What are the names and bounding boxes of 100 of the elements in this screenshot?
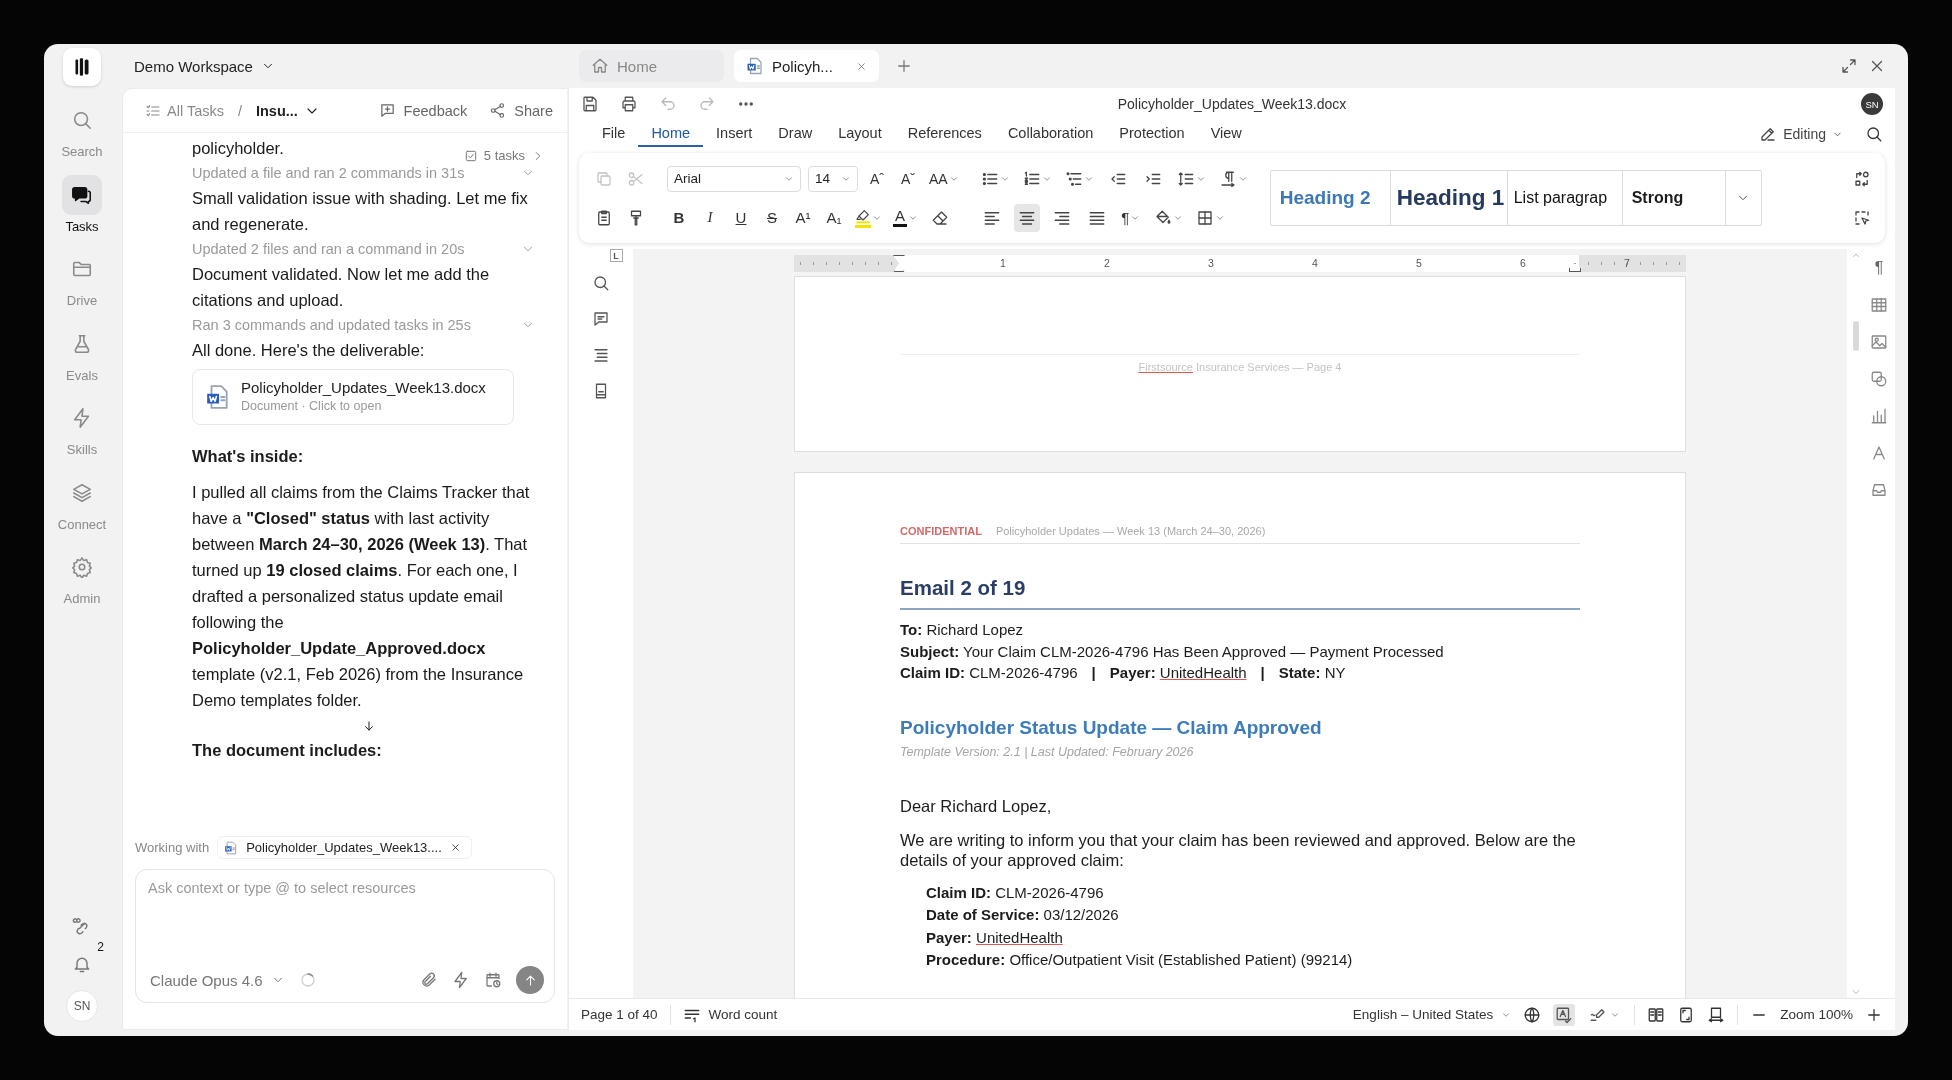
bold-button[interactable]: B bbox=[667, 203, 691, 232]
table-icon[interactable] bbox=[1870, 296, 1888, 314]
field-line: Date of Service: 03/12/2026 bbox=[926, 905, 1120, 925]
message-text: Small validation issue with shading. Let me fix and regenerate. bbox=[192, 188, 529, 235]
spellcheck-button[interactable] bbox=[1553, 1003, 1576, 1026]
image-icon[interactable] bbox=[1870, 333, 1888, 351]
style-option[interactable]: Heading 1 bbox=[1390, 171, 1508, 225]
menu-tab[interactable]: Layout bbox=[825, 121, 895, 147]
new-tab-icon[interactable] bbox=[895, 57, 913, 75]
task-title-dropdown[interactable]: Insu... bbox=[256, 102, 320, 119]
italic-button[interactable]: I bbox=[698, 203, 722, 232]
menu-tab[interactable]: Protection bbox=[1106, 121, 1198, 147]
lightning-icon[interactable] bbox=[452, 971, 470, 989]
style-option[interactable]: Strong bbox=[1622, 171, 1723, 225]
file-name: Policyholder_Updates_Week13.docx bbox=[241, 379, 486, 397]
menu-tab[interactable]: Insert bbox=[703, 121, 766, 147]
clear-formatting-icon bbox=[931, 208, 949, 227]
page-count: Page 1 of 40 bbox=[581, 1007, 658, 1022]
confidential-label: CONFIDENTIAL bbox=[900, 525, 982, 537]
comment-icon[interactable] bbox=[592, 310, 610, 328]
editing-mode-dropdown[interactable]: Editing bbox=[1759, 125, 1843, 143]
paragraph-settings-button[interactable]: ¶ bbox=[1874, 259, 1884, 277]
grow-font-button[interactable]: Aˆ bbox=[865, 164, 889, 193]
tab[interactable]: Policyh... bbox=[734, 50, 879, 82]
message-text: I pulled all claims from the Claims Tracker that have a "Closed" status with last activity between March 24–30, 2026 (Week 13). That turned up 19 closed claims. For each one, I drafted a personalized status update email following the Policyholder_Update_Approved.docx template (v2.1, Feb 2026) from the Insurance Demo templates folder. bbox=[192, 482, 531, 711]
font-size-dropdown[interactable]: 14 bbox=[808, 165, 858, 192]
file-card[interactable]: Policyholder_Updates_Week13.docx Document · Click to open bbox=[192, 369, 514, 425]
align-center-button[interactable] bbox=[1013, 203, 1040, 232]
search-icon[interactable] bbox=[592, 274, 610, 292]
menu-tab[interactable]: Collaboration bbox=[994, 121, 1107, 147]
strikethrough-button[interactable]: S bbox=[760, 203, 784, 232]
settings-icon bbox=[71, 556, 93, 578]
message-text: policyholder. bbox=[192, 138, 284, 159]
underline-button[interactable]: U bbox=[729, 203, 753, 232]
menu-tab[interactable]: Home bbox=[638, 121, 704, 147]
close-icon[interactable] bbox=[856, 60, 867, 72]
outline-icon[interactable] bbox=[592, 346, 610, 364]
text-art-icon[interactable] bbox=[1870, 444, 1888, 462]
search-icon[interactable] bbox=[1865, 125, 1883, 143]
user-avatar[interactable]: SN bbox=[66, 990, 98, 1022]
subscript-button[interactable]: A₁ bbox=[822, 203, 846, 232]
body-paragraph: We are writing to inform you that your claim has been reviewed and approved. Below are the details of your approved claim: bbox=[900, 829, 1577, 870]
tray-icon[interactable] bbox=[1870, 481, 1888, 499]
style-option[interactable]: List paragrap bbox=[1507, 171, 1623, 225]
app-logo[interactable] bbox=[63, 48, 101, 86]
page-width-icon[interactable] bbox=[1707, 1005, 1726, 1024]
menu-tab[interactable]: File bbox=[589, 121, 639, 147]
workspace-name[interactable]: Demo Workspace bbox=[134, 57, 253, 75]
field-line: Claim ID: CLM-2026-4796 bbox=[926, 882, 1105, 903]
field-line: Procedure: Office/Outpatient Visit (Established Patient) (99214) bbox=[926, 950, 1354, 970]
send-button[interactable] bbox=[516, 966, 544, 994]
superscript-button[interactable]: A¹ bbox=[791, 203, 815, 232]
menu-tab[interactable]: View bbox=[1197, 121, 1255, 147]
replace-icon bbox=[1853, 169, 1871, 188]
indent-marker[interactable] bbox=[893, 255, 905, 272]
ruler-number: 1 bbox=[999, 256, 1007, 271]
tab-stop-selector[interactable]: L bbox=[609, 249, 623, 262]
save-icon[interactable] bbox=[581, 95, 599, 113]
calendar-clock-icon[interactable] bbox=[484, 971, 502, 989]
ruler[interactable]: 1 2 3 4 5 6 7 bbox=[794, 255, 1686, 272]
list-icon bbox=[145, 102, 161, 119]
highlighter-icon bbox=[855, 207, 871, 224]
shrink-font-button[interactable]: Aˇ bbox=[896, 164, 920, 193]
select-icon bbox=[1853, 208, 1871, 227]
zoom-level: Zoom 100% bbox=[1780, 1007, 1853, 1022]
text-check-icon bbox=[1555, 1005, 1574, 1024]
indent-marker[interactable] bbox=[1569, 263, 1581, 272]
user-avatar[interactable]: SN bbox=[1861, 93, 1883, 115]
font-family-dropdown[interactable]: Arial bbox=[667, 165, 801, 192]
paragraph-marks-button[interactable]: ¶ bbox=[1118, 203, 1143, 232]
menu-tab[interactable]: Draw bbox=[765, 121, 826, 147]
cut-icon bbox=[627, 169, 645, 188]
layers-icon bbox=[71, 481, 93, 504]
scrollbar-thumb[interactable] bbox=[1853, 321, 1859, 351]
paperclip-icon[interactable] bbox=[420, 971, 438, 989]
ruler-number: 4 bbox=[1311, 256, 1319, 271]
all-tasks-link[interactable]: All Tasks bbox=[145, 102, 224, 119]
ruler-number: 7 bbox=[1623, 256, 1631, 271]
style-option[interactable]: Heading 2 bbox=[1270, 171, 1391, 225]
expand-icon[interactable] bbox=[1840, 57, 1858, 75]
ruler-number: 2 bbox=[1103, 256, 1111, 271]
message-input[interactable]: Ask context or type @ to select resources Claude Opus 4.6 bbox=[135, 869, 555, 1003]
font-color-button[interactable]: A bbox=[891, 203, 920, 232]
feedback-button[interactable]: Feedback bbox=[378, 102, 468, 119]
greeting-text: Dear Richard Lopez, bbox=[900, 796, 1053, 816]
print-icon[interactable] bbox=[620, 95, 638, 113]
shapes-icon[interactable] bbox=[1870, 370, 1888, 388]
close-icon[interactable] bbox=[449, 842, 461, 853]
context-file-chip[interactable]: Policyholder_Updates_Week13.... bbox=[217, 836, 472, 859]
book-view-icon[interactable] bbox=[1647, 1005, 1666, 1024]
language-dropdown[interactable]: English – United States bbox=[1352, 1007, 1512, 1022]
message-plus-icon bbox=[378, 102, 396, 119]
loading-spinner-icon bbox=[298, 971, 317, 989]
change-case-button[interactable]: AA bbox=[927, 164, 961, 193]
globe-icon[interactable] bbox=[1523, 1005, 1542, 1024]
share-button[interactable]: Share bbox=[489, 102, 553, 119]
model-selector[interactable]: Claude Opus 4.6 bbox=[150, 971, 285, 989]
word-count-button[interactable]: Word count bbox=[682, 1005, 778, 1024]
chart-icon[interactable] bbox=[1870, 407, 1888, 425]
menu-tab[interactable]: References bbox=[894, 121, 995, 147]
